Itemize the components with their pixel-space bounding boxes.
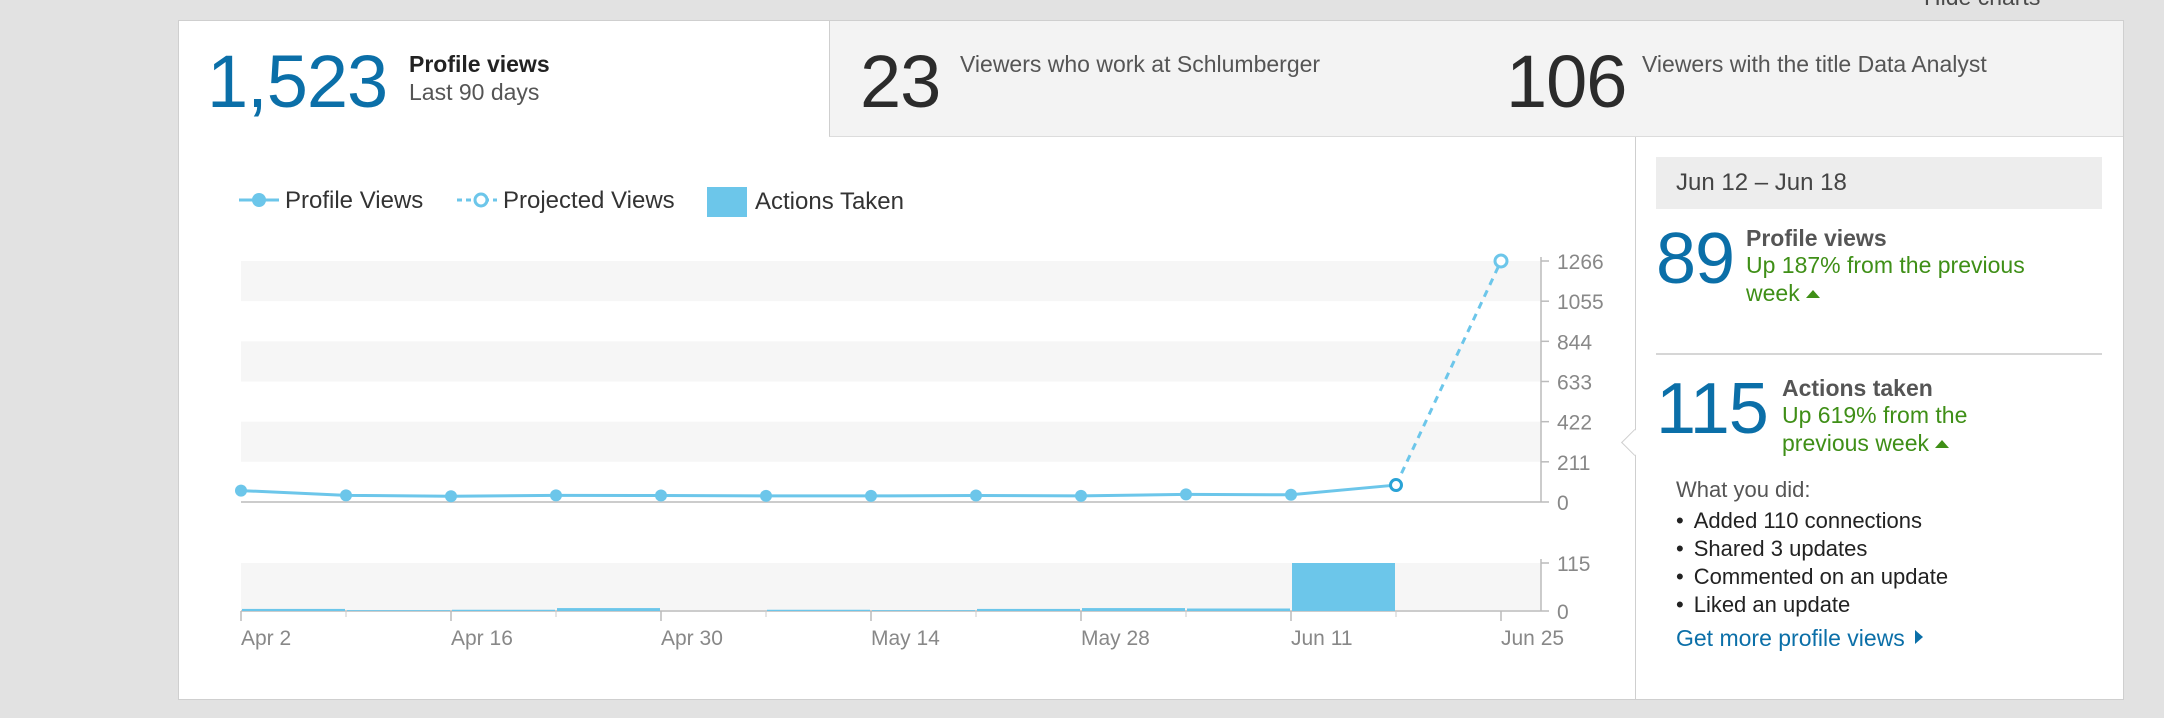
hide-charts-label: Hide charts <box>1924 0 2040 10</box>
y-tick-label: 1266 <box>1557 251 1604 274</box>
profile-views-point <box>1075 489 1087 502</box>
company-label[interactable]: Viewers who work at Schlumberger <box>960 51 1320 78</box>
x-tick-label: May 28 <box>1081 627 1150 650</box>
company-count: 23 <box>860 40 941 123</box>
x-tick-label: Jun 11 <box>1291 627 1353 650</box>
profile-views-point <box>550 489 562 502</box>
x-tick-label: May 14 <box>871 627 940 650</box>
profile-views-point <box>340 489 352 502</box>
caret-right-icon <box>1914 630 1923 644</box>
projected-views-point <box>1493 253 1509 269</box>
weekly-actions-change: Up 619% from the previous week <box>1782 401 2022 457</box>
activity-item: Shared 3 updates <box>1676 535 1948 563</box>
hide-charts-link[interactable]: Hide charts ⌃ <box>1924 0 2059 11</box>
grid-band <box>241 261 1541 302</box>
x-tick-label: Jun 25 <box>1501 627 1564 650</box>
y-tick-label: 211 <box>1557 452 1590 475</box>
tile-viewer-insights: 23 Viewers who work at Schlumberger 106 … <box>829 21 2123 137</box>
summary-strip: 1,523 Profile views Last 90 days 23 View… <box>179 21 2123 137</box>
profile-views-point <box>1389 478 1403 493</box>
chart-area: Profile Views Projected Views Actions Ta… <box>179 137 1635 699</box>
x-tick-label: Apr 16 <box>451 627 513 650</box>
weekly-actions-title: Actions taken <box>1782 375 1933 401</box>
trend-up-icon <box>1805 290 1820 298</box>
profile-views-point <box>1285 488 1297 501</box>
divider <box>1656 353 2102 355</box>
action-bar <box>557 608 660 611</box>
action-bar <box>1187 608 1290 611</box>
y-tick-label: 0 <box>1557 492 1569 515</box>
views-count: 1,523 <box>207 40 388 123</box>
activity-item: Liked an update <box>1676 591 1948 619</box>
profile-views-point <box>760 489 772 502</box>
get-more-views-link[interactable]: Get more profile views <box>1676 625 1923 652</box>
action-bar <box>977 608 1080 611</box>
weekly-actions-value: 115 <box>1656 369 1769 449</box>
trend-up-icon <box>1935 440 1950 448</box>
weekly-views-change-text: Up 187% from the previous week <box>1746 252 2025 306</box>
profile-views-line <box>240 483 1397 498</box>
get-more-views-label: Get more profile views <box>1676 625 1905 651</box>
weekly-views-value: 89 <box>1656 219 1735 299</box>
y-tick-label: 1055 <box>1557 291 1604 314</box>
y-tick-label: 422 <box>1557 412 1592 435</box>
y-tick-label: 115 <box>1557 553 1590 576</box>
profile-views-point <box>655 489 667 502</box>
x-tick-label: Apr 30 <box>661 627 723 650</box>
profile-views-point <box>445 490 457 503</box>
weekly-views-title: Profile views <box>1746 225 1887 251</box>
profile-views-point <box>235 484 247 497</box>
y-tick-label: 633 <box>1557 372 1592 395</box>
action-bar <box>767 609 870 611</box>
activity-list: Added 110 connections Shared 3 updates C… <box>1676 507 1948 619</box>
action-bar <box>452 609 555 611</box>
week-range: Jun 12 – Jun 18 <box>1656 157 2102 209</box>
x-tick-label: Apr 2 <box>241 627 291 650</box>
views-period: Last 90 days <box>409 79 540 105</box>
chevron-up-icon: ⌃ <box>2044 0 2059 9</box>
tile-profile-views[interactable]: 1,523 Profile views Last 90 days <box>179 21 829 137</box>
activity-item: Commented on an update <box>1676 563 1948 591</box>
views-title: Profile views <box>409 51 550 77</box>
what-you-did-label: What you did: <box>1676 477 1811 502</box>
profile-views-point <box>1180 488 1192 501</box>
profile-views-panel: 1,523 Profile views Last 90 days 23 View… <box>178 20 2124 700</box>
grid-band <box>241 341 1541 382</box>
y-tick-label: 844 <box>1557 331 1592 354</box>
activity-item: Added 110 connections <box>1676 507 1948 535</box>
profile-views-point <box>970 489 982 502</box>
action-bar <box>1292 563 1395 611</box>
action-bar <box>1082 608 1185 611</box>
grid-band <box>241 421 1541 462</box>
title-label[interactable]: Viewers with the title Data Analyst <box>1642 51 1987 78</box>
weekly-summary: Jun 12 – Jun 18 89 Profile views Up 187%… <box>1635 137 2123 699</box>
profile-views-point <box>865 489 877 502</box>
title-count: 106 <box>1506 40 1627 123</box>
action-bar <box>872 610 975 611</box>
action-bar <box>347 610 450 611</box>
action-bar <box>242 608 345 611</box>
y-tick-label: 0 <box>1557 601 1569 624</box>
views-chart: 0 211 422 633 844 1055 1266 0 115 Apr 2 Apr 16 Apr … <box>235 251 1604 650</box>
weekly-views-change: Up 187% from the previous week <box>1746 251 2046 307</box>
